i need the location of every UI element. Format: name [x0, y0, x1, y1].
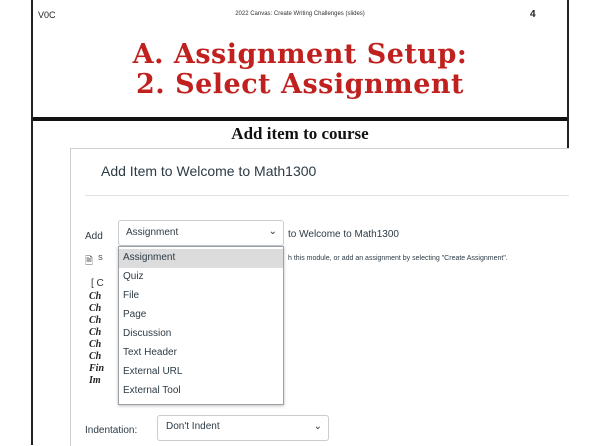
dropdown-option-quiz[interactable]: Quiz [119, 268, 283, 287]
title-divider [33, 117, 567, 121]
dropdown-option-file[interactable]: File [119, 287, 283, 306]
help-text: h this module, or add an assignment by s… [288, 255, 508, 262]
slide-title-line-1: A. Assignment Setup: [132, 39, 468, 70]
slide-title: A. Assignment Setup: 2. Select Assignmen… [33, 40, 567, 100]
page-number: 4 [530, 9, 536, 20]
module-target-text: to Welcome to Math1300 [288, 229, 399, 240]
item-list-entry[interactable]: Im [89, 375, 101, 386]
chevron-down-icon: ⌄ [313, 421, 322, 432]
option-label: Quiz [123, 271, 144, 282]
dropdown-option-text-header[interactable]: Text Header [119, 344, 283, 363]
slide-header-title: 2022 Canvas: Create Writing Challenges (… [235, 11, 365, 17]
item-type-dropdown: Assignment Quiz File Page Discussion Tex… [118, 246, 284, 405]
item-list-open: [ C [91, 278, 104, 289]
dialog-title: Add Item to Welcome to Math1300 [101, 163, 317, 179]
add-item-dialog: Add Item to Welcome to Math1300 Add Assi… [70, 148, 569, 446]
dropdown-option-assignment[interactable]: Assignment [119, 249, 283, 268]
item-list-entry[interactable]: Ch [89, 303, 101, 314]
dropdown-option-external-url[interactable]: External URL [119, 363, 283, 382]
new-item-icon: 🗎 [85, 256, 94, 267]
item-list-entry[interactable]: Fin [89, 363, 104, 374]
option-label: External Tool [123, 385, 181, 396]
item-list-entry[interactable]: Ch [89, 351, 101, 362]
option-label: Text Header [123, 347, 177, 358]
slide-subtitle: Add item to course [231, 124, 369, 143]
dropdown-option-discussion[interactable]: Discussion [119, 325, 283, 344]
dropdown-option-page[interactable]: Page [119, 306, 283, 325]
slide-title-line-2: 2. Select Assignment [136, 69, 464, 100]
chevron-down-icon: ⌄ [268, 226, 277, 237]
option-label: Discussion [123, 328, 172, 339]
indentation-select[interactable]: Don't Indent ⌄ [157, 415, 329, 441]
item-list-entry[interactable]: Ch [89, 315, 101, 326]
item-list-entry[interactable]: Ch [89, 339, 101, 350]
help-text-start: S [98, 255, 103, 262]
dropdown-option-external-tool[interactable]: External Tool [119, 382, 283, 401]
option-label: External URL [123, 366, 183, 377]
option-label: Page [123, 309, 147, 320]
item-type-select[interactable]: Assignment ⌄ [118, 220, 284, 246]
option-label: Assignment [123, 252, 176, 263]
item-list-entry[interactable]: Ch [89, 291, 101, 302]
indentation-label: Indentation: [85, 425, 138, 436]
add-label: Add [85, 231, 103, 242]
item-type-select-value: Assignment [126, 227, 179, 238]
item-list-entry[interactable]: Ch [89, 327, 101, 338]
dialog-divider [85, 195, 569, 196]
indentation-select-value: Don't Indent [166, 421, 220, 432]
option-label: File [123, 290, 140, 301]
